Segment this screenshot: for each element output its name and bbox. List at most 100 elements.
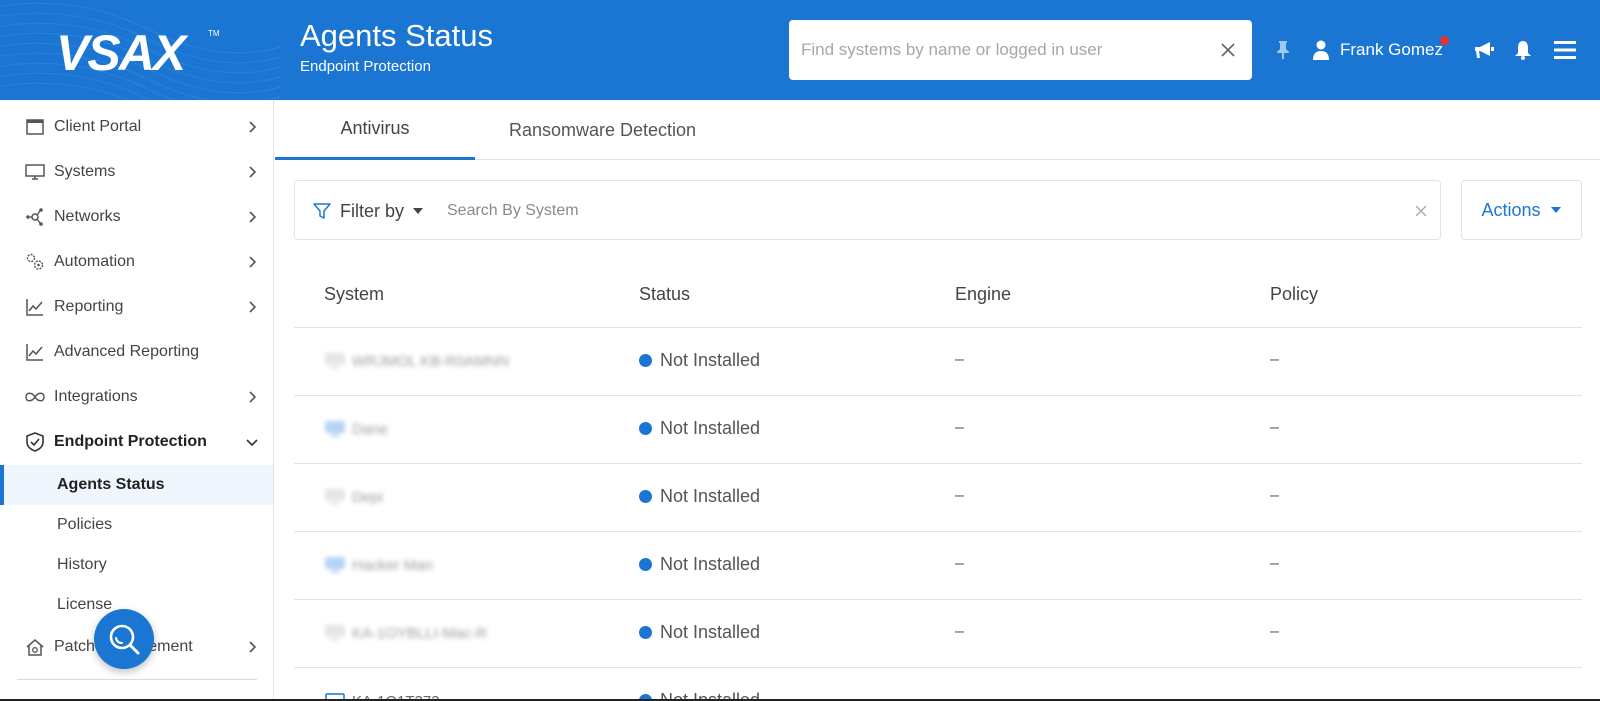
chevron-right-icon — [249, 166, 257, 178]
system-icon — [325, 489, 345, 505]
chevron-right-icon — [249, 121, 257, 133]
system-cell[interactable]: KA-1OYBLLI-Mac-R — [324, 624, 487, 642]
filter-bar: Filter by — [294, 180, 1441, 240]
status-text: Not Installed — [660, 418, 761, 438]
status-dot — [639, 558, 652, 571]
column-header-engine[interactable]: Engine — [955, 284, 1011, 305]
system-name: KA-1OYBLLI-Mac-R — [352, 624, 488, 642]
sidebar-item-advanced-reporting[interactable]: Advanced Reporting — [0, 330, 273, 374]
app-header: VSAX TM Agents Status Endpoint Protectio… — [0, 0, 1600, 100]
sidebar-item-label: Reporting — [54, 298, 124, 315]
system-search-input[interactable] — [447, 191, 1377, 231]
table-row[interactable]: KA-1OYBLLI-Mac-R Not Installed – – — [294, 600, 1582, 668]
chevron-right-icon — [249, 391, 257, 403]
monitor-icon — [25, 164, 45, 180]
user-name: Frank Gomez — [1340, 40, 1443, 59]
sidebar-item-systems[interactable]: Systems — [0, 150, 273, 194]
actions-label: Actions — [1481, 199, 1541, 220]
engine-cell: – — [955, 623, 964, 640]
column-header-policy[interactable]: Policy — [1270, 284, 1318, 305]
sidebar-subitem-label: History — [57, 556, 107, 573]
pin-icon[interactable] — [1274, 40, 1292, 60]
sidebar-item-integrations[interactable]: Integrations — [0, 375, 273, 419]
sidebar-item-label: Advanced Reporting — [54, 343, 199, 360]
sidebar-item-endpoint-protection[interactable]: Endpoint Protection — [0, 420, 273, 464]
sidebar-subitem-agents-status[interactable]: Agents Status — [0, 465, 273, 505]
filter-icon — [313, 203, 331, 219]
status-dot — [639, 490, 652, 503]
system-name: Depi — [352, 488, 383, 506]
global-search — [789, 20, 1252, 80]
table-row[interactable]: Hacker Man Not Installed – – — [294, 532, 1582, 600]
sidebar-item-reporting[interactable]: Reporting — [0, 285, 273, 329]
system-name: WRJMOL KB-R0AMNN — [352, 352, 509, 370]
megaphone-icon[interactable] — [1473, 40, 1495, 60]
chart-icon — [26, 299, 43, 316]
table-row[interactable]: Depi Not Installed – – — [294, 464, 1582, 532]
actions-button[interactable]: Actions — [1461, 180, 1582, 240]
sidebar-item-label: Client Portal — [54, 118, 142, 135]
page-subtitle: Endpoint Protection — [300, 58, 431, 75]
sidebar-item-networks[interactable]: Networks — [0, 195, 273, 239]
sidebar-item-label: Endpoint Protection — [54, 433, 207, 450]
system-name: Hacker Man — [352, 556, 433, 574]
svg-text:VSAX: VSAX — [56, 25, 189, 76]
status-cell: Not Installed — [639, 554, 760, 575]
status-cell: Not Installed — [639, 350, 760, 371]
menu-icon[interactable] — [1554, 40, 1576, 60]
system-cell[interactable]: Depi — [324, 488, 383, 506]
tab-antivirus[interactable]: Antivirus — [275, 100, 475, 160]
status-dot — [639, 626, 652, 639]
table-row[interactable]: Dane Not Installed – – — [294, 396, 1582, 464]
status-cell: Not Installed — [639, 418, 760, 439]
system-cell[interactable]: WRJMOL KB-R0AMNN — [324, 352, 509, 370]
search-icon — [109, 624, 140, 655]
engine-cell: – — [955, 351, 964, 368]
system-cell[interactable]: Hacker Man — [324, 556, 433, 574]
tab-ransomware-detection[interactable]: Ransomware Detection — [475, 100, 730, 160]
system-cell[interactable]: Dane — [324, 420, 388, 438]
system-icon — [325, 625, 345, 641]
table-row[interactable]: WRJMOL KB-R0AMNN Not Installed – – — [294, 328, 1582, 396]
sidebar-subitem-policies[interactable]: Policies — [0, 505, 273, 545]
policy-cell: – — [1270, 555, 1279, 572]
policy-cell: – — [1270, 351, 1279, 368]
house-gear-icon — [26, 639, 44, 656]
policy-cell: – — [1270, 623, 1279, 640]
engine-cell: – — [955, 419, 964, 436]
sidebar-subitem-history[interactable]: History — [0, 545, 273, 585]
network-icon — [26, 208, 43, 226]
caret-down-icon — [413, 208, 424, 214]
vsax-logo[interactable]: VSAX TM — [56, 22, 222, 76]
global-search-input[interactable] — [801, 20, 1221, 80]
status-dot — [639, 422, 652, 435]
search-fab-button[interactable] — [94, 609, 154, 669]
chart-icon — [26, 344, 43, 361]
window-icon — [26, 119, 44, 135]
status-cell: Not Installed — [639, 486, 760, 507]
chevron-right-icon — [249, 641, 257, 653]
system-icon — [325, 353, 345, 369]
status-cell: Not Installed — [639, 622, 760, 643]
table-row[interactable]: KA-1Q1T373 Not Installed — [294, 668, 1582, 701]
shield-icon — [26, 432, 44, 452]
caret-down-icon — [1550, 207, 1561, 213]
sidebar-item-automation[interactable]: Automation — [0, 240, 273, 284]
filter-by-button[interactable]: Filter by — [313, 199, 424, 223]
close-icon[interactable] — [1218, 40, 1238, 60]
sidebar-item-client-portal[interactable]: Client Portal — [0, 105, 273, 149]
chevron-right-icon — [249, 301, 257, 313]
bell-icon[interactable] — [1514, 40, 1532, 60]
gears-icon — [26, 253, 44, 270]
sidebar: Client Portal Systems Networks Automatio… — [0, 100, 274, 701]
chevron-right-icon — [249, 211, 257, 223]
policy-cell: – — [1270, 419, 1279, 436]
chevron-down-icon — [246, 439, 258, 447]
sidebar-subitem-label: Agents Status — [57, 476, 165, 493]
close-icon[interactable] — [1415, 205, 1427, 217]
column-header-status[interactable]: Status — [639, 284, 690, 305]
sidebar-subitem-label: License — [57, 596, 113, 613]
system-name: Dane — [352, 420, 388, 438]
user-menu[interactable]: Frank Gomez — [1312, 36, 1449, 62]
column-header-system[interactable]: System — [324, 284, 384, 305]
